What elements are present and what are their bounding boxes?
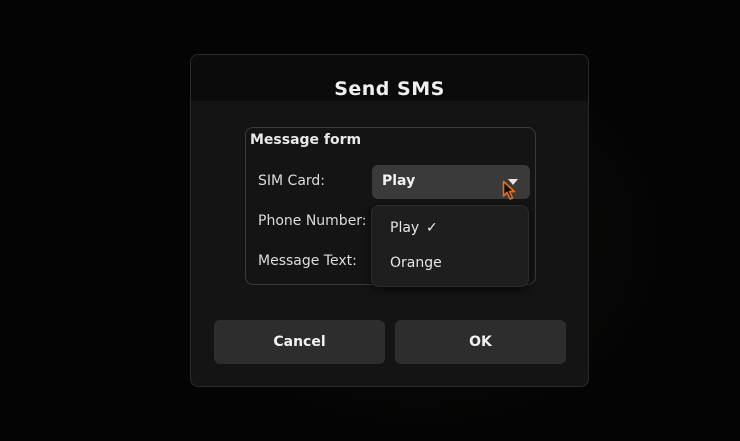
mouse-pointer-icon: [502, 180, 518, 206]
message-text-label: Message Text:: [258, 253, 357, 269]
option-label: Play: [390, 220, 420, 236]
check-icon: ✓: [426, 220, 438, 236]
sim-card-selected-value: Play: [382, 173, 416, 189]
option-label: Orange: [390, 255, 442, 271]
phone-number-label: Phone Number:: [258, 213, 367, 229]
dialog-title: Send SMS: [334, 78, 445, 100]
ok-button[interactable]: OK: [395, 320, 566, 364]
group-title: Message form: [250, 132, 362, 148]
sim-card-label: SIM Card:: [258, 173, 326, 189]
dropdown-option-play[interactable]: Play ✓: [378, 212, 522, 244]
sim-card-dropdown-list: Play ✓ Orange: [371, 205, 529, 287]
cancel-button[interactable]: Cancel: [214, 320, 385, 364]
dropdown-option-orange[interactable]: Orange: [378, 247, 522, 279]
